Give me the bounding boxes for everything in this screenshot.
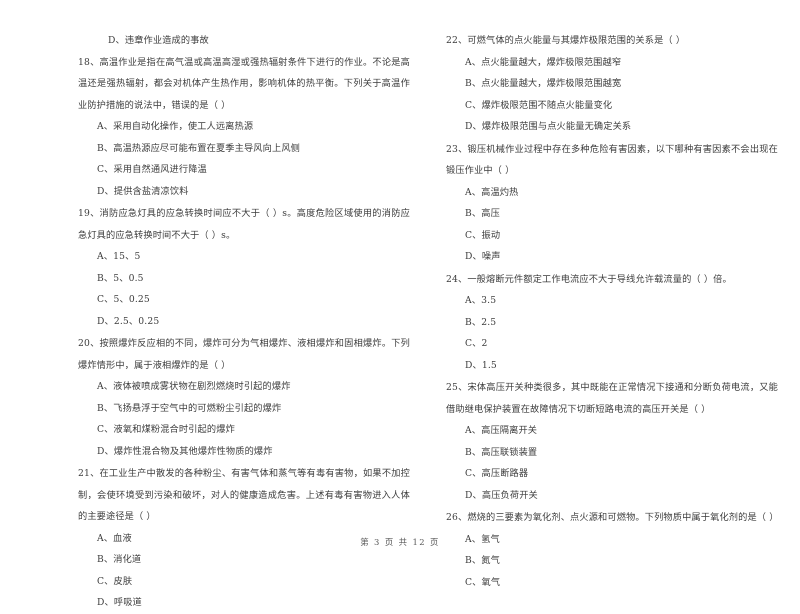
question-21-stem: 21、在工业生产中散发的各种粉尘、有害气体和蒸气等有毒有害物，如果不加控制，会使… <box>78 468 410 522</box>
orphan-option-d: D、违章作业造成的事故 <box>108 35 209 46</box>
question-20-option-b[interactable]: B、飞扬悬浮于空气中的可燃粉尘引起的爆炸 <box>78 398 410 420</box>
question-18-option-b[interactable]: B、高温热源应尽可能布置在夏季主导风向上风侧 <box>78 138 410 160</box>
question-18-option-c[interactable]: C、采用自然通风进行降温 <box>78 159 410 181</box>
question-18: 18、高温作业是指在高气温或高温高湿或强热辐射条件下进行的作业。不论是高温还是强… <box>78 52 410 203</box>
question-26-option-c[interactable]: C、氧气 <box>446 572 778 594</box>
exam-page: D、违章作业造成的事故 18、高温作业是指在高气温或高温高湿或强热辐射条件下进行… <box>0 0 800 608</box>
question-23: 23、锻压机械作业过程中存在多种危险有害因素，以下哪种有害因素不会出现在锻压作业… <box>446 139 778 268</box>
question-20-stem: 20、按照爆炸反应相的不同，爆炸可分为气相爆炸、液相爆炸和固相爆炸。下列爆炸情形… <box>78 338 410 371</box>
question-20-option-d[interactable]: D、爆炸性混合物及其他爆炸性物质的爆炸 <box>78 441 410 463</box>
left-column: D、违章作业造成的事故 18、高温作业是指在高气温或高温高湿或强热辐射条件下进行… <box>78 30 410 608</box>
question-20: 20、按照爆炸反应相的不同，爆炸可分为气相爆炸、液相爆炸和固相爆炸。下列爆炸情形… <box>78 333 410 462</box>
question-22-option-a[interactable]: A、点火能量越大，爆炸极限范围越窄 <box>446 52 778 74</box>
question-19-option-d[interactable]: D、2.5、0.25 <box>78 311 410 333</box>
question-18-option-a[interactable]: A、采用自动化操作，使工人远离热源 <box>78 116 410 138</box>
question-18-option-d[interactable]: D、提供含盐清凉饮料 <box>78 181 410 203</box>
question-25-option-c[interactable]: C、高压断路器 <box>446 463 778 485</box>
question-24-option-d[interactable]: D、1.5 <box>446 355 778 377</box>
question-19-option-c[interactable]: C、5、0.25 <box>78 289 410 311</box>
question-19: 19、消防应急灯具的应急转换时间应不大于（ ）s。高度危险区域使用的消防应急灯具… <box>78 203 410 332</box>
question-21-option-b[interactable]: B、消化道 <box>78 549 410 571</box>
page-footer: 第 3 页 共 12 页 <box>360 537 440 547</box>
question-19-option-b[interactable]: B、5、0.5 <box>78 268 410 290</box>
question-24-option-a[interactable]: A、3.5 <box>446 290 778 312</box>
question-19-option-a[interactable]: A、15、5 <box>78 246 410 268</box>
question-22-option-b[interactable]: B、点火能量越大，爆炸极限范围越宽 <box>446 73 778 95</box>
question-21-option-c[interactable]: C、皮肤 <box>78 571 410 593</box>
question-22-option-c[interactable]: C、爆炸极限范围不随点火能量变化 <box>446 95 778 117</box>
question-23-option-b[interactable]: B、高压 <box>446 203 778 225</box>
question-23-option-d[interactable]: D、噪声 <box>446 246 778 268</box>
question-22: 22、可燃气体的点火能量与其爆炸极限范围的关系是（ ） A、点火能量越大，爆炸极… <box>446 30 778 138</box>
two-column-layout: D、违章作业造成的事故 18、高温作业是指在高气温或高温高湿或强热辐射条件下进行… <box>78 30 778 608</box>
question-25-option-b[interactable]: B、高压联锁装置 <box>446 442 778 464</box>
question-24-option-b[interactable]: B、2.5 <box>446 312 778 334</box>
question-22-option-d[interactable]: D、爆炸极限范围与点火能量无确定关系 <box>446 116 778 138</box>
question-19-stem: 19、消防应急灯具的应急转换时间应不大于（ ）s。高度危险区域使用的消防应急灯具… <box>78 208 410 241</box>
question-25-option-d[interactable]: D、高压负荷开关 <box>446 485 778 507</box>
question-24-option-c[interactable]: C、2 <box>446 333 778 355</box>
question-25: 25、宋体高压开关种类很多，其中既能在正常情况下接通和分断负荷电流，又能借助继电… <box>446 377 778 506</box>
question-26: 26、燃烧的三要素为氧化剂、点火源和可燃物。下列物质中属于氧化剂的是（ ） A、… <box>446 507 778 593</box>
question-20-option-a[interactable]: A、液体被喷成雾状物在剧烈燃烧时引起的爆炸 <box>78 376 410 398</box>
right-column: 22、可燃气体的点火能量与其爆炸极限范围的关系是（ ） A、点火能量越大，爆炸极… <box>446 30 778 588</box>
question-26-stem: 26、燃烧的三要素为氧化剂、点火源和可燃物。下列物质中属于氧化剂的是（ ） <box>446 512 779 523</box>
question-21-option-d[interactable]: D、呼吸道 <box>78 592 410 614</box>
question-25-stem: 25、宋体高压开关种类很多，其中既能在正常情况下接通和分断负荷电流，又能借助继电… <box>446 382 778 415</box>
question-20-option-c[interactable]: C、液氧和煤粉混合时引起的爆炸 <box>78 419 410 441</box>
question-24: 24、一般熔断元件额定工作电流应不大于导线允许载流量的（ ）倍。 A、3.5 B… <box>446 269 778 377</box>
question-22-stem: 22、可燃气体的点火能量与其爆炸极限范围的关系是（ ） <box>446 35 686 46</box>
question-25-option-a[interactable]: A、高压隔离开关 <box>446 420 778 442</box>
question-18-stem: 18、高温作业是指在高气温或高温高湿或强热辐射条件下进行的作业。不论是高温还是强… <box>78 56 410 111</box>
question-23-option-a[interactable]: A、高温灼热 <box>446 182 778 204</box>
question-23-stem: 23、锻压机械作业过程中存在多种危险有害因素，以下哪种有害因素不会出现在锻压作业… <box>446 143 778 177</box>
question-23-option-c[interactable]: C、振动 <box>446 225 778 247</box>
question-26-option-b[interactable]: B、氮气 <box>446 550 778 572</box>
question-24-stem: 24、一般熔断元件额定工作电流应不大于导线允许载流量的（ ）倍。 <box>446 273 732 285</box>
